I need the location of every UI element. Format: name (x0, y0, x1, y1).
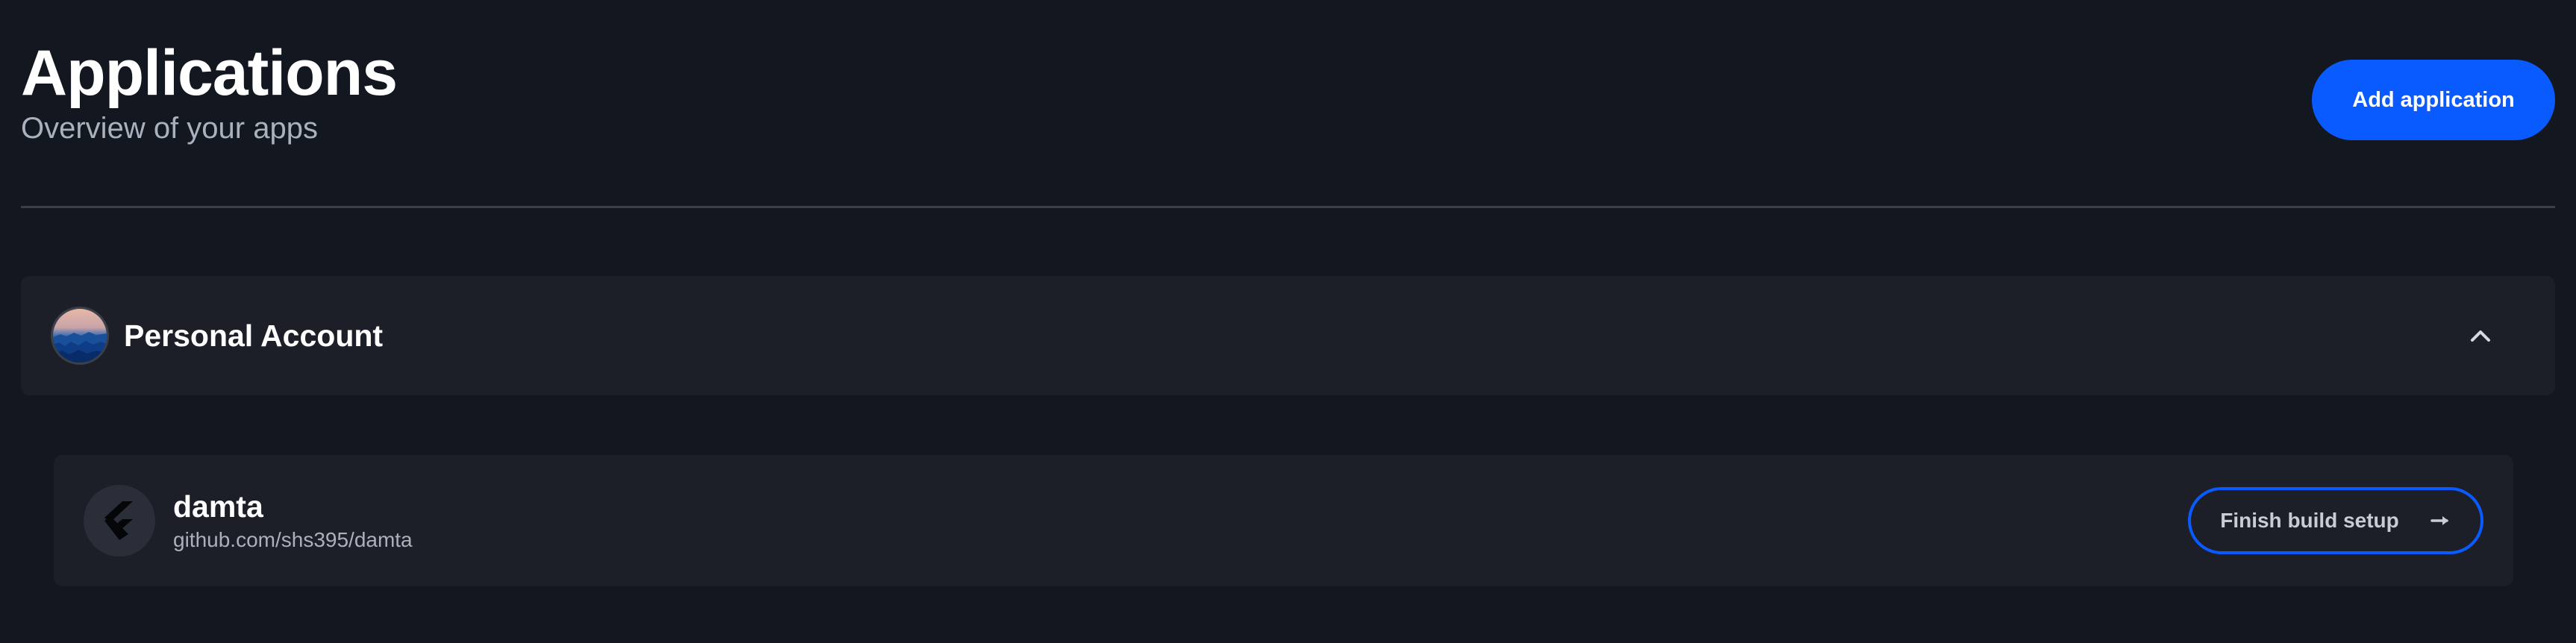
avatar-image (53, 309, 107, 363)
flutter-icon (104, 501, 133, 540)
account-name: Personal Account (124, 318, 384, 353)
app-card[interactable]: damta github.com/shs395/damta Finish bui… (54, 455, 2513, 586)
app-name: damta (173, 489, 263, 524)
arrow-right-icon (2430, 514, 2451, 527)
page-subtitle: Overview of your apps (21, 112, 318, 145)
collapse-toggle[interactable] (2458, 313, 2503, 358)
chevron-up-icon (2471, 330, 2490, 342)
account-avatar (51, 307, 109, 365)
header-divider (21, 206, 2555, 208)
personal-account-panel[interactable]: Personal Account (21, 276, 2555, 395)
page-title: Applications (21, 37, 398, 109)
finish-build-setup-label: Finish build setup (2220, 509, 2399, 532)
app-text: damta github.com/shs395/damta (173, 488, 413, 553)
app-icon (84, 485, 155, 556)
finish-build-setup-button[interactable]: Finish build setup (2188, 487, 2483, 554)
add-application-button[interactable]: Add application (2312, 60, 2555, 140)
page-header: Applications Overview of your apps Add a… (21, 0, 2555, 207)
app-repository: github.com/shs395/damta (173, 528, 413, 551)
applications-page: Applications Overview of your apps Add a… (0, 0, 2576, 643)
